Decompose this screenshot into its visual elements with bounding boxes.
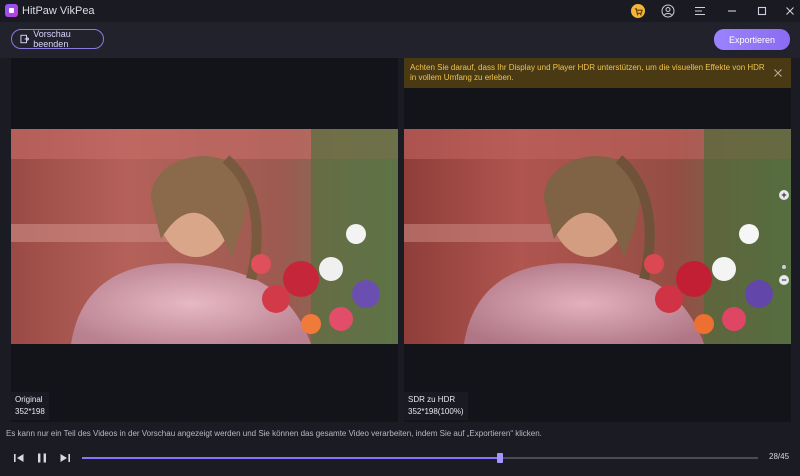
hdr-label: SDR zu HDR 352*198(100%) (404, 392, 468, 420)
hdr-preview-panel: Achten Sie darauf, dass Ihr Display und … (404, 58, 791, 422)
player-controls (0, 444, 800, 476)
title-bar: HitPaw VikPea (0, 0, 800, 22)
close-icon[interactable] (782, 3, 798, 19)
export-button[interactable]: Exportieren (714, 29, 790, 50)
progress-thumb[interactable] (496, 453, 503, 463)
hdr-video-image (404, 129, 791, 344)
zoom-slider-dot[interactable] (782, 265, 786, 269)
zoom-control: + − (779, 190, 789, 285)
original-video-frame (11, 129, 398, 344)
status-message: Es kann nur ein Teil des Videos in der V… (6, 429, 542, 438)
previous-frame-icon[interactable] (12, 451, 26, 465)
hdr-notice-banner: Achten Sie darauf, dass Ihr Display und … (404, 58, 791, 88)
app-logo-icon (5, 4, 18, 17)
zoom-out-button[interactable]: − (779, 275, 789, 285)
original-label: Original 352*198 (11, 392, 49, 420)
minimize-icon[interactable] (724, 3, 740, 19)
progress-fill (82, 457, 500, 459)
original-resolution: 352*198 (15, 407, 45, 416)
hdr-notice-text: Achten Sie darauf, dass Ihr Display und … (410, 63, 765, 82)
pause-icon[interactable] (35, 451, 49, 465)
hdr-resolution: 352*198(100%) (408, 407, 464, 416)
exit-icon (20, 34, 30, 44)
app-title: HitPaw VikPea (22, 5, 95, 17)
original-preview-panel: Original 352*198 (11, 58, 398, 422)
time-readout: 28/45 (769, 452, 790, 461)
original-name: Original (15, 395, 43, 404)
user-icon[interactable] (660, 3, 676, 19)
notice-close-icon[interactable] (773, 68, 783, 78)
next-frame-icon[interactable] (58, 451, 72, 465)
progress-track[interactable] (82, 453, 758, 463)
toolbar (0, 22, 800, 58)
zoom-in-button[interactable]: + (779, 190, 789, 200)
maximize-icon[interactable] (754, 3, 770, 19)
menu-icon[interactable] (692, 3, 708, 19)
exit-preview-label: Vorschau beenden (33, 29, 71, 49)
exit-preview-button[interactable]: Vorschau beenden (11, 29, 104, 49)
hdr-video-frame (404, 129, 791, 344)
original-video-image (11, 129, 398, 344)
cart-icon[interactable] (630, 3, 646, 19)
hdr-name: SDR zu HDR (408, 395, 456, 404)
